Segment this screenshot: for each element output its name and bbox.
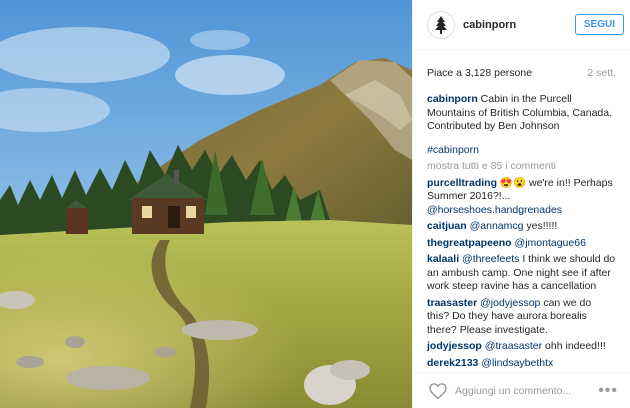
comment-row: purcelltrading 😍😮 we're in!! Perhaps Sum… <box>427 177 616 218</box>
comment-text: yes!!!!! <box>523 220 558 232</box>
like-count[interactable]: Piace a 3,128 persone <box>427 67 532 79</box>
caption: cabinporn Cabin in the Purcell Mountains… <box>427 93 616 157</box>
post-footer: Aggiungi un commento... ••• <box>413 372 630 408</box>
comment-row: caitjuan @annamcg yes!!!!! <box>427 220 616 234</box>
tree-icon <box>435 15 447 34</box>
comment-username[interactable]: caitjuan <box>427 220 467 232</box>
follow-button[interactable]: SEGUI <box>574 14 624 35</box>
post-meta: Piace a 3,128 persone 2 sett. <box>413 50 630 85</box>
comment-username[interactable]: traasaster <box>427 297 477 309</box>
comment-row: derek2133 @lindsaybethtx <box>427 357 616 371</box>
comment-mention[interactable]: @horseshoes.handgrenades <box>427 204 562 216</box>
post-header: cabinporn SEGUI <box>413 0 630 50</box>
comment-username[interactable]: jodyjessop <box>427 340 482 352</box>
comment-row: traasaster @jodyjessop can we do this? D… <box>427 297 616 338</box>
heart-icon[interactable] <box>429 382 447 399</box>
avatar[interactable] <box>427 10 455 39</box>
instagram-post: cabinporn SEGUI Piace a 3,128 persone 2 … <box>0 0 630 408</box>
comment-username[interactable]: kalaali <box>427 253 459 265</box>
more-options-icon[interactable]: ••• <box>598 382 618 398</box>
username[interactable]: cabinporn <box>463 19 575 31</box>
comment-row: thegreatpapeeno @jmontague66 <box>427 237 616 251</box>
comment-mention[interactable]: @lindsaybethtx <box>481 357 553 369</box>
post-timestamp[interactable]: 2 sett. <box>587 67 616 79</box>
comment-username[interactable]: purcelltrading <box>427 177 497 189</box>
comment-mention[interactable]: @traasaster <box>485 340 542 352</box>
hashtag-link[interactable]: #cabinporn <box>427 144 616 158</box>
comment-mention[interactable]: @threefeets <box>462 253 519 265</box>
comment-username[interactable]: thegreatpapeeno <box>427 237 512 249</box>
show-all-comments-link[interactable]: mostra tutti e 85 i commenti <box>427 160 616 174</box>
comment-row: kalaali @threefeets I think we should do… <box>427 253 616 294</box>
comment-text: ohh indeed!!! <box>542 340 606 352</box>
post-side-panel: cabinporn SEGUI Piace a 3,128 persone 2 … <box>412 0 630 408</box>
landscape-image <box>0 0 412 408</box>
post-photo[interactable] <box>0 0 412 408</box>
comment-mention[interactable]: @jmontague66 <box>515 237 586 249</box>
comment-mention[interactable]: @annamcg <box>470 220 524 232</box>
caption-username[interactable]: cabinporn <box>427 93 478 105</box>
add-comment-input[interactable]: Aggiungi un commento... <box>455 385 598 397</box>
comment-mention[interactable]: @jodyjessop <box>480 297 540 309</box>
comment-row: jodyjessop @traasaster ohh indeed!!! <box>427 340 616 354</box>
comments-list: cabinporn Cabin in the Purcell Mountains… <box>413 85 630 373</box>
comment-username[interactable]: derek2133 <box>427 357 478 369</box>
